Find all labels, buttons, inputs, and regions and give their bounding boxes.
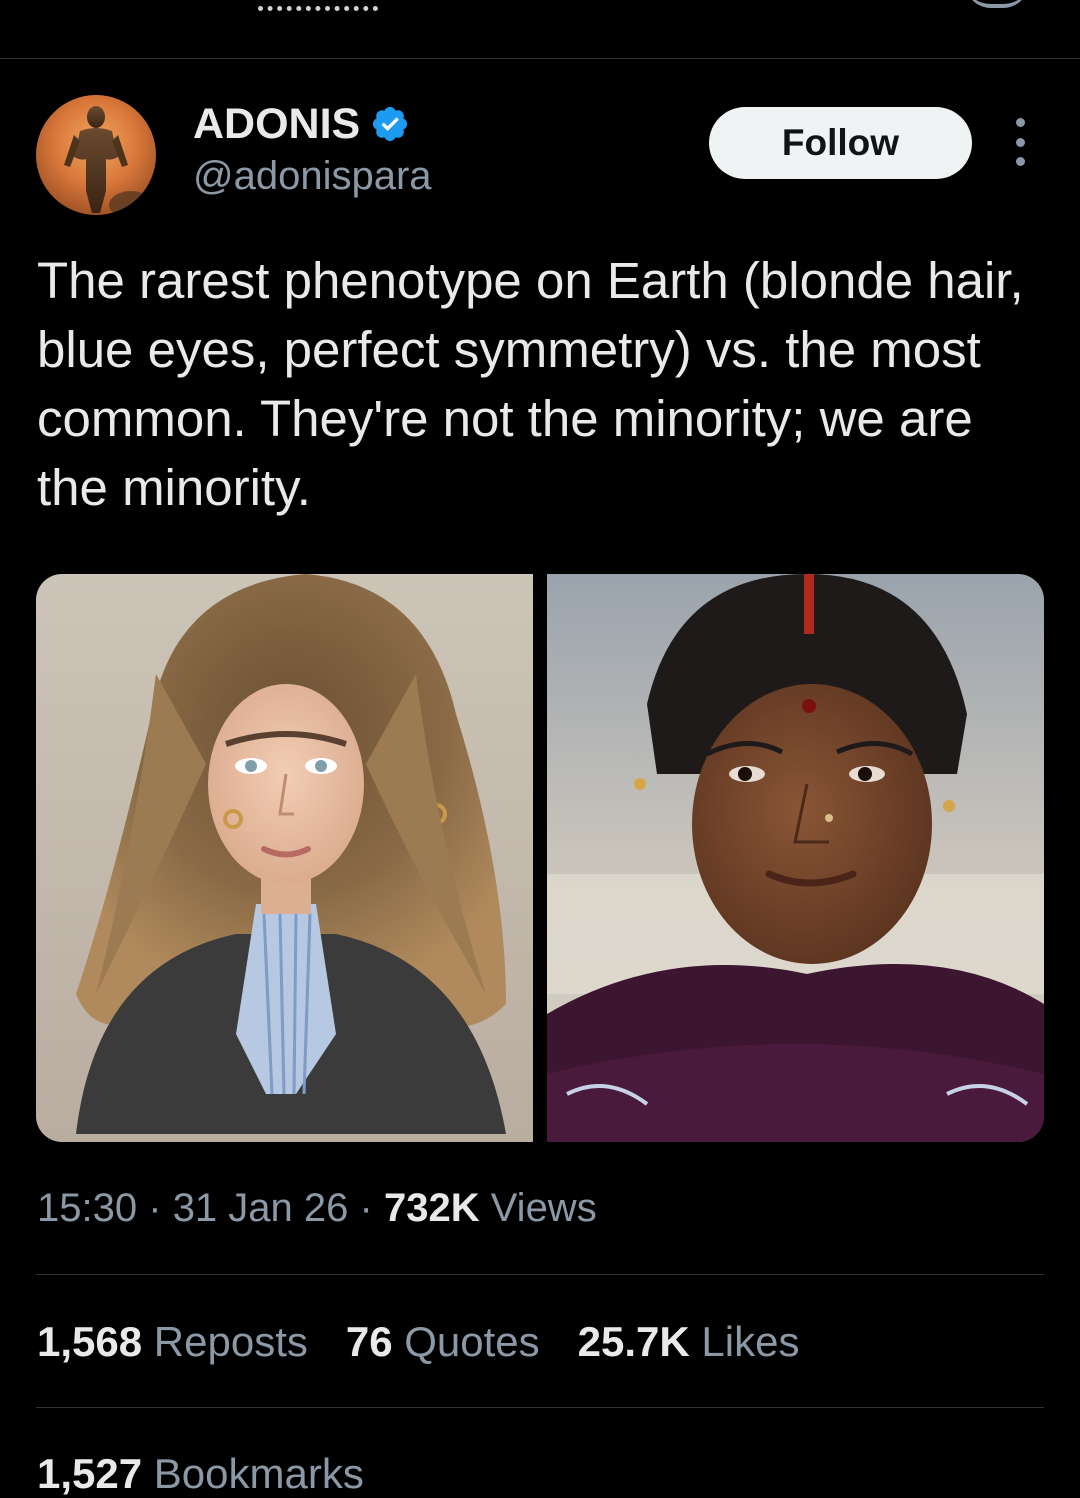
follow-button[interactable]: Follow [709, 107, 972, 179]
header-icon-fragment[interactable] [965, 0, 1029, 8]
meta-separator: · [148, 1186, 162, 1230]
bookmarks-stat[interactable]: 1,527 Bookmarks [37, 1450, 364, 1498]
divider [36, 1274, 1044, 1275]
header-title-fragment [258, 0, 378, 11]
quotes-count: 76 [345, 1318, 393, 1365]
tweet-media-grid [36, 574, 1044, 1142]
portrait-right-image [547, 574, 1044, 1142]
top-navigation-bar [0, 0, 1080, 59]
views-count: 732K [383, 1186, 480, 1230]
tweet-time[interactable]: 15:30 [37, 1186, 137, 1230]
more-dot [1015, 118, 1025, 127]
likes-stat[interactable]: 25.7K Likes [578, 1318, 800, 1366]
tweet-date[interactable]: 31 Jan 26 [173, 1186, 349, 1230]
views-label: Views [490, 1186, 597, 1230]
bookmarks-label: Bookmarks [153, 1450, 364, 1497]
media-photo-right[interactable] [547, 574, 1044, 1142]
divider [36, 1407, 1044, 1408]
author-avatar[interactable] [36, 95, 156, 215]
tweet-meta: 15:30 · 31 Jan 26 · 732K Views [37, 1186, 597, 1231]
quotes-stat[interactable]: 76 Quotes [346, 1318, 540, 1366]
portrait-left-image [36, 574, 533, 1142]
author-name-row[interactable]: ADONIS [193, 96, 410, 152]
reposts-label: Reposts [153, 1318, 308, 1365]
author-display-name[interactable]: ADONIS [193, 100, 360, 149]
verified-badge-icon[interactable] [370, 104, 410, 144]
reposts-count: 1,568 [37, 1318, 143, 1365]
avatar-statue-image [64, 106, 153, 215]
media-photo-left[interactable] [36, 574, 533, 1142]
likes-label: Likes [701, 1318, 800, 1365]
more-dot [1015, 137, 1025, 147]
reposts-stat[interactable]: 1,568 Reposts [37, 1318, 308, 1366]
engagement-stats: 1,568 Reposts 76 Quotes 25.7K Likes [37, 1318, 837, 1366]
bookmarks-count: 1,527 [37, 1450, 143, 1497]
meta-separator: · [359, 1186, 373, 1230]
quotes-label: Quotes [404, 1318, 540, 1365]
likes-count: 25.7K [577, 1318, 690, 1365]
tweet-text: The rarest phenotype on Earth (blonde ha… [37, 252, 1024, 516]
more-dot [1015, 157, 1025, 166]
author-handle[interactable]: @adonispara [193, 154, 432, 199]
more-vertical-icon[interactable] [1003, 118, 1037, 166]
